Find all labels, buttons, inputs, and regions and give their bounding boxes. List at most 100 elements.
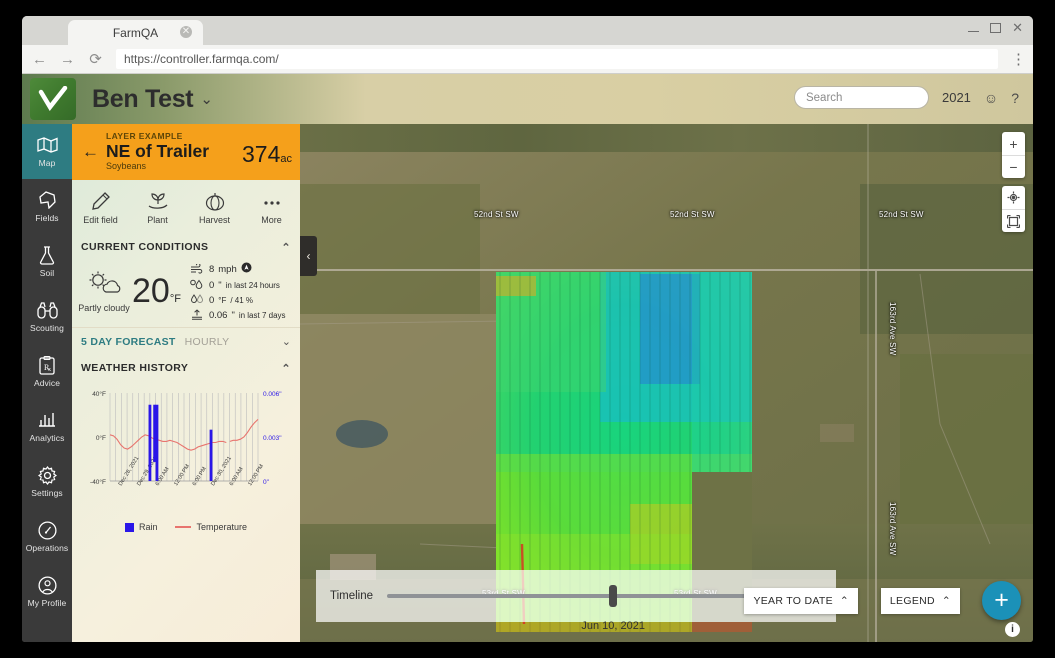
weather-history-header[interactable]: WEATHER HISTORY ⌃: [72, 355, 300, 381]
app-header: Ben Test ⌄ Search 2021 ☺ ?: [22, 74, 1033, 124]
sidebar-item-my-profile[interactable]: My Profile: [22, 564, 72, 619]
tab-title: FarmQA: [112, 25, 159, 40]
chevron-up-icon[interactable]: ⌃: [281, 362, 291, 375]
zoom-in-button[interactable]: +: [1002, 132, 1025, 155]
sidebar-item-label: Fields: [35, 213, 59, 223]
chevron-down-icon[interactable]: ⌄: [200, 90, 213, 108]
zoom-out-button[interactable]: −: [1002, 155, 1025, 178]
year-to-date-button[interactable]: YEAR TO DATE ⌃: [744, 588, 858, 614]
sidebar-item-advice[interactable]: Rx Advice: [22, 344, 72, 399]
wind-row: 8 mph: [190, 262, 286, 276]
sidebar-item-soil[interactable]: Soil: [22, 234, 72, 289]
satellite-imagery: [300, 124, 1033, 642]
back-icon[interactable]: ←: [82, 142, 99, 162]
road-label-vertical: 163rd Ave SW: [888, 302, 897, 356]
sidebar-item-analytics[interactable]: Analytics: [22, 399, 72, 454]
forecast-header[interactable]: 5 DAY FORECAST HOURLY ⌄: [72, 327, 300, 355]
legend-button[interactable]: LEGEND ⌃: [880, 588, 960, 614]
field-name: NE of Trailer: [106, 141, 210, 162]
sidebar-item-scouting[interactable]: Scouting: [22, 289, 72, 344]
window-controls: ✕: [968, 21, 1023, 34]
map-view[interactable]: ‹ + − 52nd St SW 52nd St SW 52nd St SW 5…: [300, 124, 1033, 642]
help-icon[interactable]: ?: [1011, 90, 1019, 106]
sidebar-item-label: Settings: [31, 488, 63, 498]
page-title: Ben Test: [92, 84, 194, 113]
url-input[interactable]: https://controller.farmqa.com/: [116, 49, 998, 69]
back-icon[interactable]: ←: [32, 52, 47, 67]
field-panel: ← LAYER EXAMPLE NE of Trailer Soybeans 3…: [72, 124, 300, 642]
browser-tab[interactable]: FarmQA ✕: [68, 20, 203, 45]
svg-text:-40°F: -40°F: [90, 478, 106, 486]
bar-chart-icon: [37, 410, 57, 430]
weather-chart-svg: 40°F0°F-40°F0.006"0.003"0"Dec 28, 2021De…: [90, 390, 282, 487]
forward-icon[interactable]: →: [60, 52, 75, 67]
chevron-up-icon: ⌃: [941, 595, 951, 607]
humidity-suffix: / 41 %: [230, 295, 254, 305]
year-to-date-label: YEAR TO DATE: [753, 595, 833, 607]
sidebar-item-map[interactable]: Map: [22, 124, 72, 179]
locate-icon[interactable]: [1002, 186, 1025, 209]
humidity-unit: °F: [218, 295, 227, 305]
weather-history-chart: 40°F 0°F -40°F 0.006" 0.003" 0" Dec 28, 2021 De…: [72, 381, 300, 532]
timeline-date: Jun 10, 2021: [581, 620, 646, 632]
sky-description: Partly cloudy: [78, 303, 130, 314]
browser-menu-icon[interactable]: ⋮: [1011, 50, 1026, 68]
close-icon[interactable]: ✕: [1012, 21, 1023, 34]
fit-extent-icon[interactable]: [1002, 209, 1025, 232]
field-polygon-icon: [38, 190, 57, 210]
browser-tabstrip: FarmQA ✕ ✕: [22, 16, 1033, 45]
section-title: CURRENT CONDITIONS: [81, 241, 209, 253]
reload-icon[interactable]: ⟳: [88, 52, 103, 67]
add-button[interactable]: +: [982, 581, 1021, 620]
acreage-unit: ac: [280, 153, 292, 165]
legend-label: Rain: [138, 522, 158, 532]
year-selector[interactable]: 2021: [942, 90, 971, 105]
svg-text:6:00 PM: 6:00 PM: [192, 466, 208, 487]
precip-7d-unit: ": [231, 309, 235, 321]
info-button[interactable]: i: [1005, 622, 1020, 637]
farmqa-logo: [30, 78, 76, 120]
sidebar-item-label: My Profile: [27, 598, 67, 608]
chart-legend: Rain Temperature: [76, 522, 296, 532]
action-label: More: [261, 214, 282, 225]
more-button[interactable]: More: [243, 190, 300, 225]
timeline-handle[interactable]: [609, 585, 618, 607]
feedback-smiley-icon[interactable]: ☺: [984, 90, 998, 106]
section-title: WEATHER HISTORY: [81, 362, 189, 374]
minimize-icon[interactable]: [968, 30, 980, 32]
wind-icon: [190, 263, 205, 275]
field-kicker: LAYER EXAMPLE: [106, 131, 183, 142]
checkmark-icon: [38, 86, 68, 111]
harvest-button[interactable]: Harvest: [186, 190, 243, 225]
current-conditions-header[interactable]: CURRENT CONDITIONS ⌃: [72, 234, 300, 260]
legend-label: Temperature: [196, 522, 248, 532]
condition-rows: 8 mph 0 " in last 24 hours 0 °F / 41 % 0…: [190, 262, 286, 321]
farmqa-app: Ben Test ⌄ Search 2021 ☺ ? Map Fields So…: [22, 74, 1033, 642]
sidebar-item-label: Operations: [25, 543, 69, 553]
maximize-icon[interactable]: [990, 22, 1002, 33]
ellipsis-icon: [261, 190, 283, 212]
chevron-up-icon[interactable]: ⌃: [281, 241, 291, 254]
chevron-down-icon[interactable]: ⌄: [282, 335, 291, 348]
sidebar-item-label: Map: [38, 158, 56, 168]
precip-24h-value: 0: [208, 279, 215, 291]
plant-button[interactable]: Plant: [129, 190, 186, 225]
edit-field-button[interactable]: Edit field: [72, 190, 129, 225]
field-titles: LAYER EXAMPLE NE of Trailer Soybeans: [106, 132, 209, 172]
rain-drop-icon: [190, 279, 205, 291]
legend-item-rain: Rain: [124, 522, 158, 532]
forecast-hourly-tab[interactable]: HOURLY: [185, 336, 230, 348]
close-icon[interactable]: ✕: [180, 26, 192, 38]
action-label: Plant: [147, 214, 168, 225]
humidity-value: 0: [208, 294, 215, 306]
sidebar-item-fields[interactable]: Fields: [22, 179, 72, 234]
sidebar-item-label: Soil: [39, 268, 55, 278]
sidebar-item-label: Advice: [33, 378, 61, 388]
sidebar-item-settings[interactable]: Settings: [22, 454, 72, 509]
panel-collapse-button[interactable]: ‹: [300, 236, 317, 276]
search-input[interactable]: Search: [793, 86, 929, 109]
temperature-unit: °F: [169, 293, 181, 305]
wind-direction-icon: [241, 262, 252, 276]
sidebar-item-operations[interactable]: Operations: [22, 509, 72, 564]
prescription-clipboard-icon: Rx: [39, 355, 55, 375]
